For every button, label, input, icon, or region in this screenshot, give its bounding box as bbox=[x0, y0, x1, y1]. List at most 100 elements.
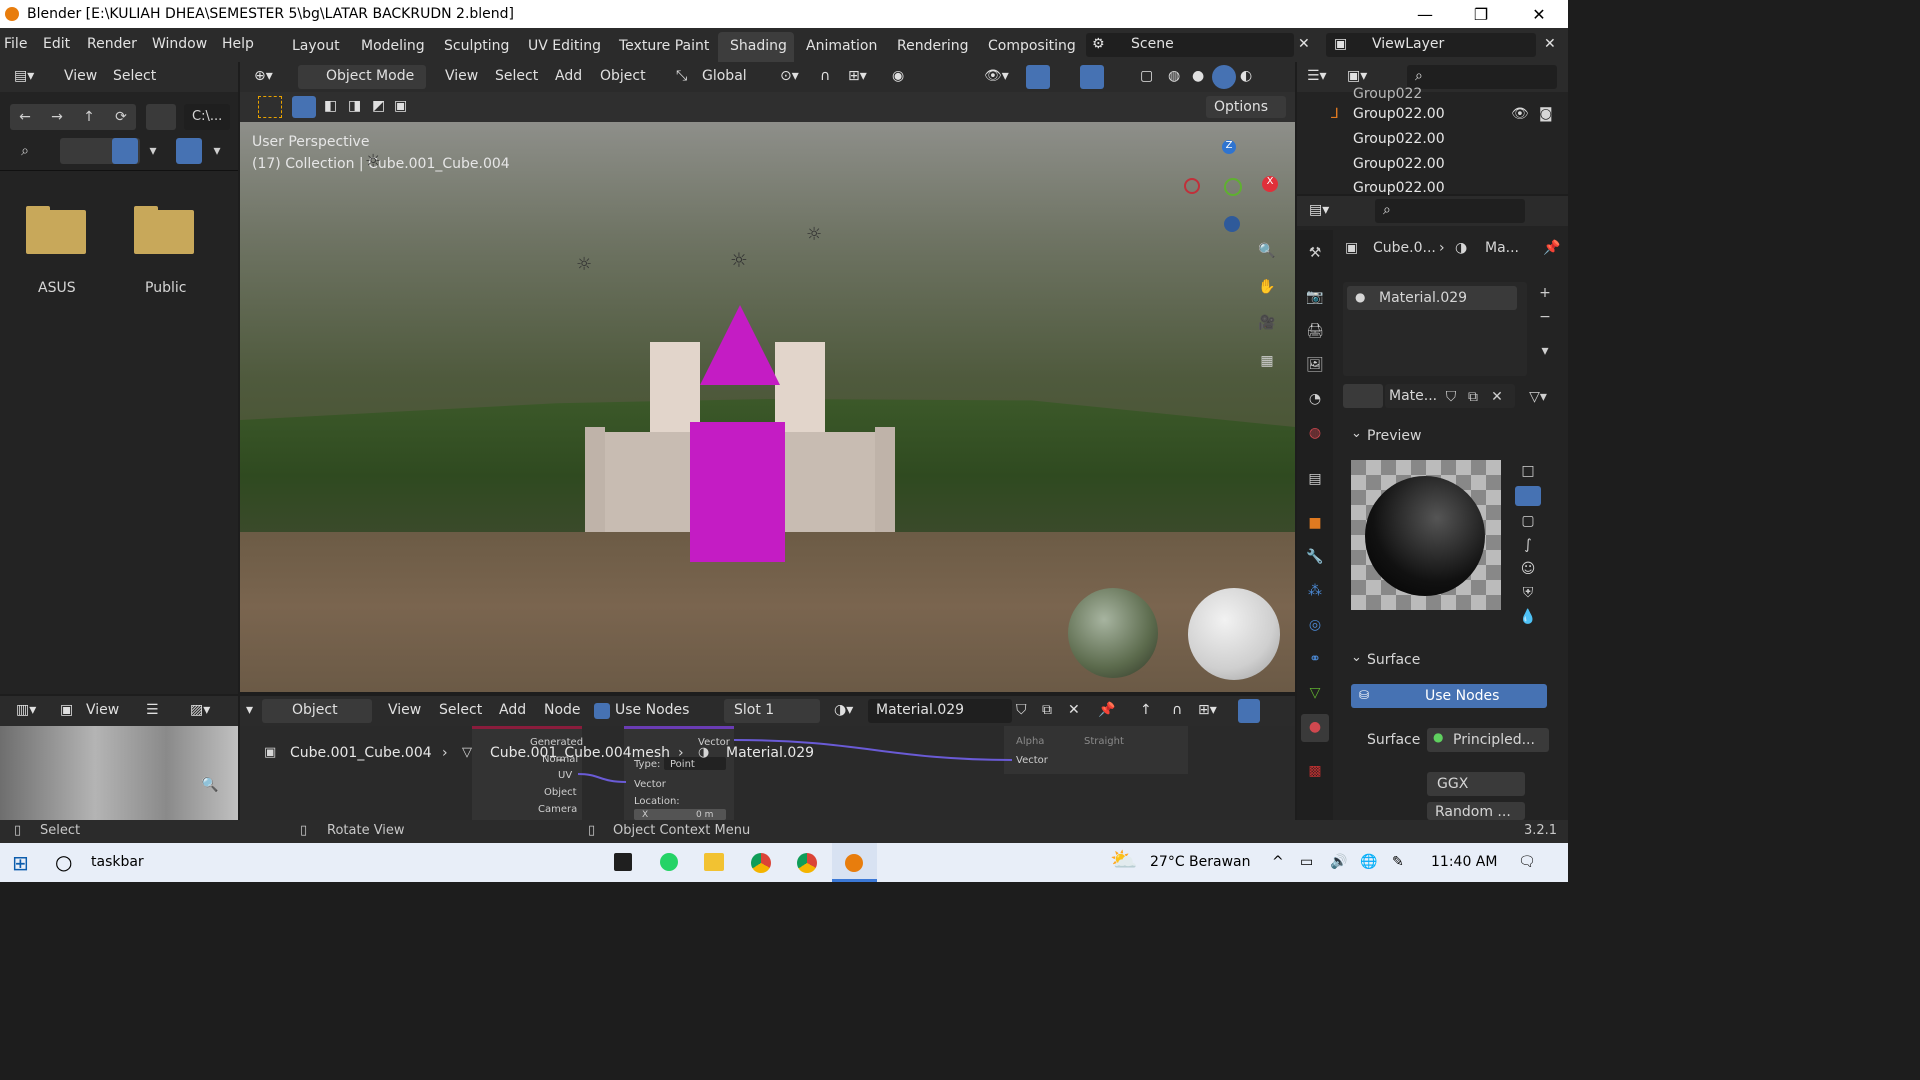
pin-icon[interactable]: 📌 bbox=[1543, 240, 1560, 256]
node-editor-type-icon[interactable]: ▾ bbox=[246, 702, 253, 718]
fb-view-menu[interactable]: View bbox=[64, 68, 97, 84]
network-icon[interactable]: 🌐 bbox=[1360, 854, 1377, 870]
menu-edit[interactable]: Edit bbox=[43, 36, 70, 52]
ne-view-menu[interactable]: View bbox=[388, 702, 421, 718]
outliner-search[interactable] bbox=[1407, 65, 1557, 89]
ne-select-menu[interactable]: Select bbox=[439, 702, 482, 718]
outliner-row-2[interactable]: Group022.00 bbox=[1353, 131, 1445, 147]
preview-hair-icon[interactable]: ∫ bbox=[1515, 534, 1541, 556]
preview-flat-icon[interactable]: □ bbox=[1515, 460, 1541, 482]
ne-overlay-toggle[interactable] bbox=[1238, 699, 1260, 723]
render-tab-icon[interactable]: 📷 bbox=[1303, 286, 1327, 308]
tab-compositing[interactable]: Compositing bbox=[988, 38, 1076, 54]
notification-icon[interactable]: 🗨 bbox=[1518, 854, 1536, 870]
tab-animation[interactable]: Animation bbox=[806, 38, 877, 54]
ne-snap-icon[interactable]: ∩ bbox=[1172, 702, 1182, 718]
tab-sculpting[interactable]: Sculpting bbox=[444, 38, 509, 54]
render-camera-icon[interactable]: ◙ bbox=[1539, 106, 1553, 122]
refresh-icon[interactable]: ⟳ bbox=[110, 106, 132, 128]
preview-monkey-icon[interactable]: ☺ bbox=[1515, 558, 1541, 580]
weather-icon[interactable]: ⛅ bbox=[1110, 848, 1137, 873]
select-invert-icon[interactable]: ◩ bbox=[372, 98, 385, 114]
battery-icon[interactable]: ▭ bbox=[1300, 854, 1313, 870]
chrome-icon[interactable] bbox=[751, 853, 771, 873]
modifier-tab-icon[interactable]: 🔧 bbox=[1303, 546, 1327, 568]
folder-icon-asus[interactable] bbox=[26, 210, 86, 254]
perspective-toggle-icon[interactable]: ▦ bbox=[1254, 350, 1280, 372]
viewlayer-delete-icon[interactable]: ✕ bbox=[1544, 36, 1556, 52]
close-button[interactable]: ✕ bbox=[1510, 0, 1568, 28]
tab-shading[interactable]: Shading bbox=[730, 38, 787, 54]
sticky-notes-icon[interactable] bbox=[614, 853, 632, 871]
orientation-dropdown[interactable]: Global bbox=[702, 68, 747, 84]
light-icon[interactable]: ☼ bbox=[576, 254, 592, 275]
view-layer-tab-icon[interactable]: 🖼 bbox=[1303, 354, 1327, 376]
thumbnail-mode-button[interactable] bbox=[112, 138, 138, 164]
image-browse-icon[interactable]: ▨▾ bbox=[190, 702, 210, 718]
scene-selector[interactable] bbox=[1086, 33, 1294, 57]
preview-cube-icon[interactable]: ▢ bbox=[1515, 510, 1541, 532]
sun-light-icon[interactable]: ☼ bbox=[730, 248, 748, 272]
chrome-profile-icon[interactable] bbox=[797, 853, 817, 873]
material-browse-button[interactable] bbox=[1343, 384, 1383, 408]
ne-fake-user-icon[interactable]: ⛉ bbox=[1016, 702, 1027, 718]
menu-help[interactable]: Help bbox=[222, 36, 254, 52]
pan-hand-icon[interactable]: ✋ bbox=[1254, 276, 1280, 298]
zoom-icon[interactable]: 🔍 bbox=[1254, 240, 1280, 262]
data-tab-icon[interactable]: ▽ bbox=[1303, 682, 1327, 704]
vp-select-menu[interactable]: Select bbox=[495, 68, 538, 84]
remove-slot-icon[interactable]: − bbox=[1533, 306, 1557, 328]
search-circle-icon[interactable]: ○ bbox=[55, 850, 72, 874]
axis-z-gizmo[interactable]: Z bbox=[1222, 140, 1236, 154]
object-tab-icon[interactable]: ■ bbox=[1303, 512, 1327, 534]
axis-neg-z-gizmo[interactable] bbox=[1224, 216, 1240, 232]
use-nodes-checkbox[interactable] bbox=[594, 703, 610, 719]
maximize-button[interactable]: ❐ bbox=[1452, 0, 1510, 28]
axis-neg-x-gizmo[interactable] bbox=[1184, 178, 1200, 194]
select-intersect-icon[interactable]: ▣ bbox=[394, 98, 407, 114]
gizmo-toggle[interactable] bbox=[1026, 65, 1050, 89]
link-mode-icon[interactable]: ▽▾ bbox=[1523, 386, 1553, 408]
physics-tab-icon[interactable]: ◎ bbox=[1303, 614, 1327, 636]
parent-dir-icon[interactable]: ↑ bbox=[78, 106, 100, 128]
volume-icon[interactable]: 🔊 bbox=[1330, 854, 1347, 870]
snap-icon[interactable]: ∩ bbox=[820, 68, 830, 84]
add-slot-icon[interactable]: + bbox=[1533, 282, 1557, 304]
forward-arrow-icon[interactable]: → bbox=[46, 106, 68, 128]
texture-tab-icon[interactable]: ▩ bbox=[1303, 760, 1327, 782]
pivot-icon[interactable]: ⊙▾ bbox=[780, 68, 799, 84]
viewport-3d[interactable]: User Perspective (17) Collection | Cube.… bbox=[240, 122, 1295, 692]
select-box-mode[interactable] bbox=[292, 96, 316, 118]
file-explorer-icon[interactable] bbox=[704, 853, 724, 871]
xray-icon[interactable]: ▢ bbox=[1140, 68, 1153, 84]
hamburger-menu-icon[interactable]: ☰ bbox=[146, 702, 159, 718]
menu-window[interactable]: Window bbox=[152, 36, 207, 52]
tab-texture-paint[interactable]: Texture Paint bbox=[619, 38, 709, 54]
light-icon-3[interactable]: ☼ bbox=[365, 151, 381, 172]
pen-icon[interactable]: ✎ bbox=[1392, 854, 1404, 870]
editor-type-icon[interactable]: ▤▾ bbox=[14, 68, 34, 84]
vp-object-menu[interactable]: Object bbox=[600, 68, 646, 84]
properties-search[interactable] bbox=[1375, 199, 1525, 223]
viewport-editor-icon[interactable]: ⊕▾ bbox=[254, 68, 273, 84]
chevron-down-icon[interactable]: ▾ bbox=[142, 140, 164, 162]
show-hidden-icons[interactable]: ^ bbox=[1272, 854, 1284, 870]
whatsapp-icon[interactable] bbox=[660, 853, 678, 871]
outliner-editor-icon[interactable]: ☰▾ bbox=[1307, 68, 1327, 84]
preview-cloth-icon[interactable]: ⛨ bbox=[1515, 582, 1541, 604]
windows-start-icon[interactable]: ⊞ bbox=[12, 851, 29, 875]
tool-tab-icon[interactable]: ⚒ bbox=[1303, 242, 1327, 264]
ne-snap-grid-icon[interactable]: ⊞▾ bbox=[1198, 702, 1217, 718]
solid-shading-icon[interactable]: ● bbox=[1192, 68, 1204, 84]
slot-menu-icon[interactable]: ▾ bbox=[1533, 340, 1557, 362]
ne-duplicate-icon[interactable]: ⧉ bbox=[1042, 702, 1052, 718]
menu-render[interactable]: Render bbox=[87, 36, 137, 52]
ne-parent-icon[interactable]: ↑ bbox=[1140, 702, 1152, 718]
filter-button[interactable] bbox=[176, 138, 202, 164]
material-browse-icon[interactable]: ◑▾ bbox=[834, 702, 853, 718]
properties-editor-icon[interactable]: ▤▾ bbox=[1309, 202, 1329, 218]
outliner-row-1[interactable]: Group022.00 bbox=[1353, 106, 1445, 122]
back-arrow-icon[interactable]: ← bbox=[14, 106, 36, 128]
ne-pin-icon[interactable]: 📌 bbox=[1098, 702, 1115, 718]
tab-uv-editing[interactable]: UV Editing bbox=[528, 38, 601, 54]
